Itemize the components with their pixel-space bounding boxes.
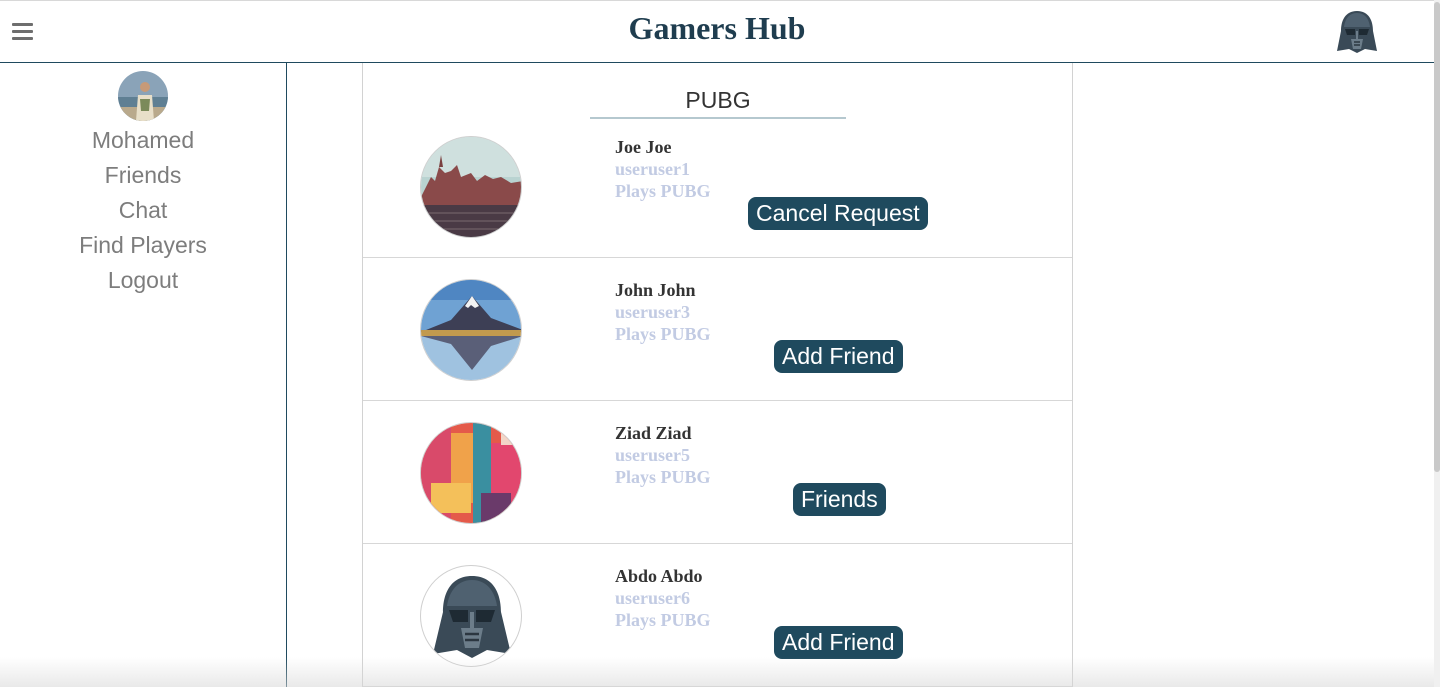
player-info: Abdo Abdo useruser6 Plays PUBG <box>615 565 711 631</box>
player-row: Ziad Ziad useruser5 Plays PUBG Friends <box>363 401 1072 544</box>
player-name: Abdo Abdo <box>615 566 703 586</box>
player-name: Joe Joe <box>615 137 672 157</box>
add-friend-button[interactable]: Add Friend <box>774 626 903 659</box>
player-info: Joe Joe useruser1 Plays PUBG <box>615 136 711 202</box>
player-avatar-mountain-photo[interactable] <box>420 279 522 381</box>
friends-button[interactable]: Friends <box>793 483 886 516</box>
player-username: useruser5 <box>615 445 690 465</box>
player-name: Ziad Ziad <box>615 423 692 443</box>
sidebar-link-logout[interactable]: Logout <box>0 263 286 298</box>
player-username: useruser3 <box>615 302 690 322</box>
sidebar-username[interactable]: Mohamed <box>0 123 286 158</box>
player-username: useruser6 <box>615 588 690 608</box>
top-bar: Gamers Hub <box>0 0 1434 63</box>
page-scrollbar[interactable] <box>1434 0 1440 687</box>
cancel-request-button[interactable]: Cancel Request <box>748 197 928 230</box>
player-game: Plays PUBG <box>615 610 711 630</box>
player-game: Plays PUBG <box>615 324 711 344</box>
profile-avatar[interactable] <box>118 71 168 121</box>
player-avatar-castle-photo[interactable] <box>420 136 522 238</box>
app-title: Gamers Hub <box>628 10 806 46</box>
player-row: Abdo Abdo useruser6 Plays PUBG Add Frien… <box>363 544 1072 687</box>
player-username: useruser1 <box>615 159 690 179</box>
player-avatar-abstract-painting[interactable] <box>420 422 522 524</box>
player-info: Ziad Ziad useruser5 Plays PUBG <box>615 422 711 488</box>
player-name: John John <box>615 280 696 300</box>
players-feed: PUBG Joe Joe useruser1 Plays PUBG Cancel… <box>362 63 1073 687</box>
sidebar-link-find-players[interactable]: Find Players <box>0 228 286 263</box>
sidebar-link-friends[interactable]: Friends <box>0 158 286 193</box>
sidebar-link-chat[interactable]: Chat <box>0 193 286 228</box>
user-avatar-darth-vader-icon[interactable] <box>1335 9 1379 55</box>
add-friend-button[interactable]: Add Friend <box>774 340 903 373</box>
player-row: John John useruser3 Plays PUBG Add Frien… <box>363 258 1072 401</box>
player-avatar-darth-vader-icon[interactable] <box>420 565 522 667</box>
sidebar: Mohamed Friends Chat Find Players Logout <box>0 63 287 687</box>
player-info: John John useruser3 Plays PUBG <box>615 279 711 345</box>
player-game: Plays PUBG <box>615 181 711 201</box>
scrollbar-thumb[interactable] <box>1434 2 1440 472</box>
player-row: Joe Joe useruser1 Plays PUBG Cancel Requ… <box>363 115 1072 258</box>
player-game: Plays PUBG <box>615 467 711 487</box>
